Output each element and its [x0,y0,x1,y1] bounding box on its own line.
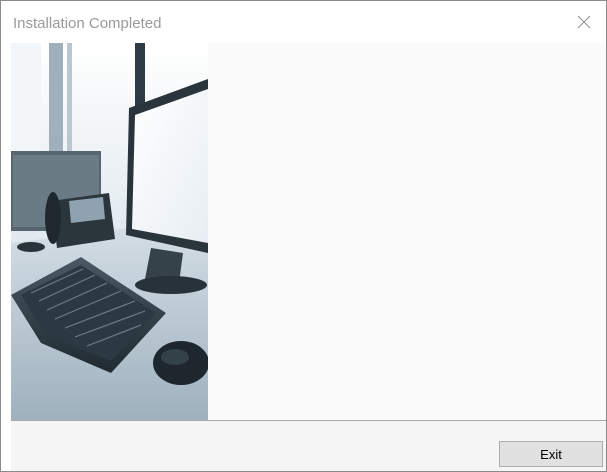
installer-window: Installation Completed Exit [0,0,607,472]
office-desk-image [11,43,208,420]
content-area [11,43,606,420]
exit-button[interactable]: Exit [499,441,603,467]
close-icon [577,15,591,29]
title-bar: Installation Completed [1,1,606,43]
close-button[interactable] [562,1,606,43]
sidebar-image [11,43,208,420]
window-title: Installation Completed [13,15,162,32]
footer-bar: Exit [11,421,606,471]
main-panel [208,43,606,420]
